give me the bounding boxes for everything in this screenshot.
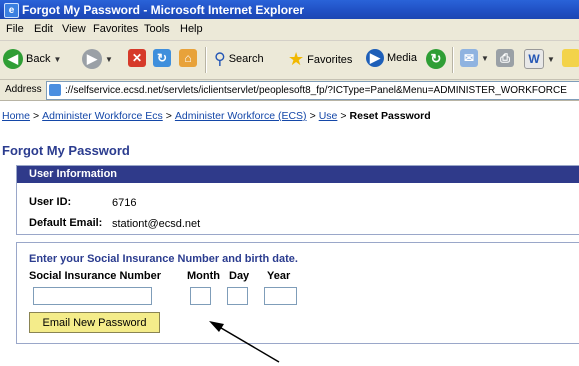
annotation-arrow-icon xyxy=(209,321,280,363)
arrow-head xyxy=(209,321,224,332)
arrow-shaft xyxy=(215,324,280,363)
